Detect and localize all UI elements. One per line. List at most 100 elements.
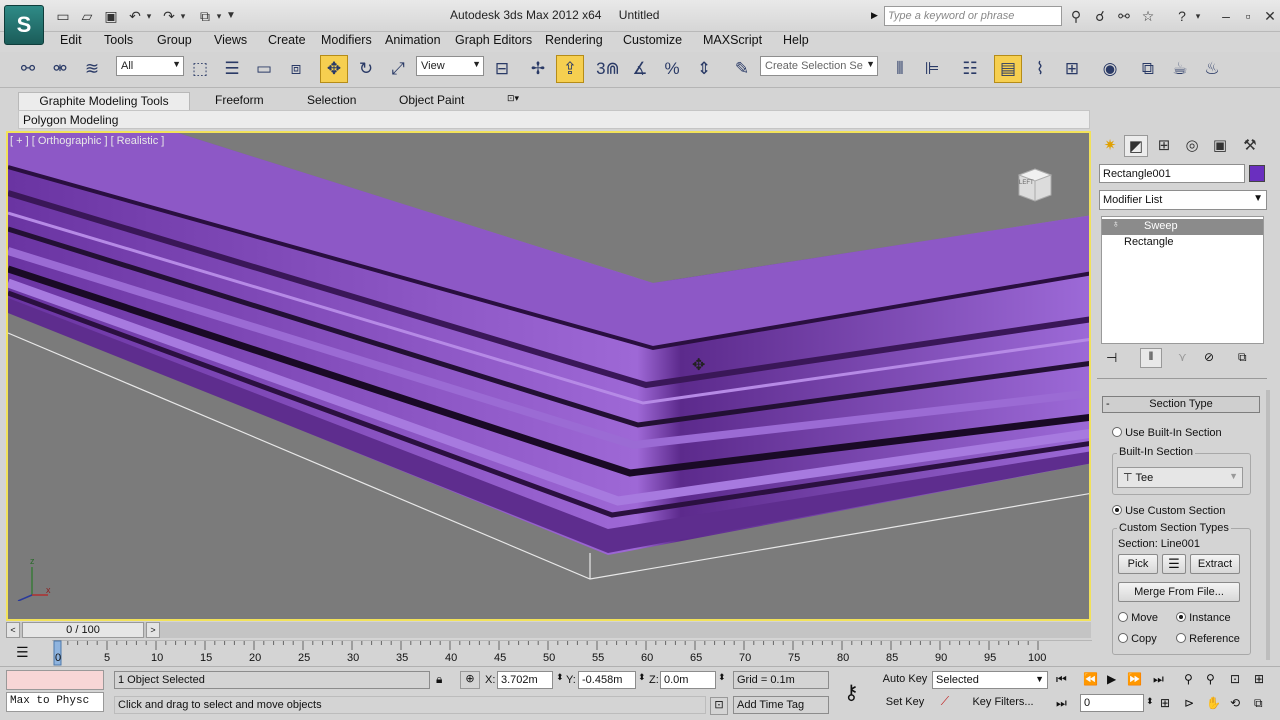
next-frame-button-icon[interactable]: ⏩ <box>1127 672 1142 686</box>
modify-tab-icon[interactable]: ◩ <box>1124 135 1148 157</box>
panel-scrollbar[interactable] <box>1266 390 1270 660</box>
create-tab-icon[interactable]: ✷ <box>1098 135 1122 157</box>
open-file-icon[interactable]: ▱ <box>78 7 96 25</box>
merge-from-file-button[interactable]: Merge From File... <box>1118 582 1240 602</box>
z-coord-field[interactable]: 0.0m <box>660 671 716 689</box>
zoom-icon[interactable]: ⚲ <box>1184 672 1193 686</box>
hierarchy-tab-icon[interactable]: ⊞ <box>1152 135 1176 157</box>
mirror-icon[interactable]: ⫴ <box>886 55 914 83</box>
object-color-swatch[interactable] <box>1249 165 1265 182</box>
search-expand-icon[interactable]: ▶ <box>871 10 878 21</box>
builtin-section-dropdown[interactable]: ⊤ Tee ▼ <box>1117 467 1243 488</box>
radio-instance[interactable]: Instance <box>1176 612 1231 624</box>
search-input[interactable]: Type a keyword or phrase <box>884 6 1062 26</box>
radio-use-builtin[interactable]: Use Built-In Section <box>1112 427 1222 439</box>
menu-create[interactable]: Create <box>268 33 306 47</box>
viewport-label[interactable]: [ + ] [ Orthographic ] [ Realistic ] <box>10 135 164 147</box>
set-key-button[interactable]: Set Key <box>880 696 930 708</box>
spinner-icon[interactable]: ⬍ <box>718 672 726 683</box>
layer-manager-icon[interactable]: ☷ <box>956 55 984 83</box>
time-configuration-icon[interactable]: ⊞ <box>1160 696 1170 710</box>
unlink-selection-icon[interactable]: ⚮ <box>46 55 74 83</box>
mini-curve-editor-icon[interactable]: ☰ <box>16 644 29 661</box>
rectangular-selection-icon[interactable]: ▭ <box>250 55 278 83</box>
pan-view-hand-icon[interactable]: ✋ <box>1206 696 1221 710</box>
pick-button[interactable]: Pick <box>1118 554 1158 574</box>
key-mode-toggle-icon[interactable]: ⏭ <box>1056 696 1067 711</box>
menu-animation[interactable]: Animation <box>385 33 441 47</box>
named-selection-set-dropdown[interactable]: Create Selection Se ▼ <box>760 56 878 76</box>
tab-selection[interactable]: Selection <box>307 92 356 110</box>
stack-item-rectangle[interactable]: Rectangle <box>1102 235 1263 251</box>
radio-copy[interactable]: Copy <box>1118 633 1157 645</box>
radio-move[interactable]: Move <box>1118 612 1158 624</box>
selection-lock-icon[interactable]: 🔒︎ <box>436 672 442 687</box>
configure-modifier-sets-icon[interactable]: ⧉ <box>1238 350 1247 365</box>
redo-dropdown-icon[interactable]: ▾ <box>178 7 188 25</box>
maximize-viewport-icon[interactable]: ⧉ <box>1254 696 1263 711</box>
align-icon[interactable]: ⊫ <box>918 55 946 83</box>
select-and-scale-icon[interactable]: ⤢ <box>384 55 412 83</box>
select-and-manipulate-icon[interactable]: ✢ <box>524 55 552 83</box>
display-tab-icon[interactable]: ▣ <box>1208 135 1232 157</box>
radio-use-custom[interactable]: Use Custom Section <box>1112 505 1225 517</box>
go-to-end-icon[interactable]: ⏭ <box>1153 672 1164 687</box>
graphite-modeling-toggle-icon[interactable]: ▤ <box>994 55 1022 83</box>
object-name-field[interactable]: Rectangle001 <box>1099 164 1245 183</box>
favorites-star-icon[interactable]: ☆ <box>1138 7 1158 25</box>
tab-graphite-modeling-tools[interactable]: Graphite Modeling Tools <box>18 92 190 110</box>
auto-key-button[interactable]: Auto Key <box>880 673 930 685</box>
spinner-icon[interactable]: ⬍ <box>638 672 646 683</box>
menu-modifiers[interactable]: Modifiers <box>321 33 372 47</box>
render-production-icon[interactable]: ♨ <box>1198 55 1226 83</box>
help-icon[interactable]: ? <box>1172 7 1192 25</box>
key-tangent-icon[interactable]: ⟋ <box>934 694 956 714</box>
current-frame-field[interactable]: 0 <box>1080 694 1144 712</box>
add-time-tag-button[interactable]: Add Time Tag <box>733 696 829 714</box>
menu-customize[interactable]: Customize <box>623 33 682 47</box>
time-slider-thumb[interactable]: 0 / 100 <box>22 622 144 638</box>
radio-reference[interactable]: Reference <box>1176 633 1240 645</box>
curve-editor-icon[interactable]: ⌇ <box>1026 55 1054 83</box>
menu-views[interactable]: Views <box>214 33 247 47</box>
utilities-tab-icon[interactable]: ⚒ <box>1238 135 1262 157</box>
subscription-icon[interactable]: ☌ <box>1090 7 1110 25</box>
edit-named-selection-icon[interactable]: ✎ <box>728 55 756 83</box>
undo-dropdown-icon[interactable]: ▾ <box>144 7 154 25</box>
next-frame-icon[interactable]: > <box>146 622 160 638</box>
menu-maxscript[interactable]: MAXScript <box>703 33 762 47</box>
zoom-all-icon[interactable]: ⚲ <box>1206 672 1215 686</box>
zoom-extents-all-icon[interactable]: ⊞ <box>1254 672 1264 686</box>
play-icon[interactable]: ▶ <box>1107 672 1116 686</box>
pin-stack-icon[interactable]: ⊣ <box>1106 350 1117 366</box>
key-mode-dropdown[interactable]: Selected ▼ <box>932 671 1048 689</box>
app-logo-button[interactable]: S <box>4 5 44 45</box>
render-setup-icon[interactable]: ⧉ <box>1134 55 1162 83</box>
lightbulb-icon[interactable]: ♁ <box>1112 219 1120 230</box>
orbit-icon[interactable]: ⟲ <box>1230 696 1240 710</box>
pivot-point-center-icon[interactable]: ⊟ <box>488 55 516 83</box>
x-coord-field[interactable]: 3.702m <box>497 671 553 689</box>
key-filters-button[interactable]: Key Filters... <box>960 696 1046 708</box>
show-end-result-icon[interactable]: ‖ <box>1140 348 1162 368</box>
redo-icon[interactable]: ↷ <box>160 7 178 25</box>
ribbon-options-icon[interactable]: ⊡▾ <box>507 92 519 110</box>
extract-button[interactable]: Extract <box>1190 554 1240 574</box>
minimize-window-icon[interactable]: – <box>1216 7 1236 25</box>
communication-center-icon[interactable]: ⚯ <box>1114 7 1134 25</box>
go-to-start-icon[interactable]: ⏮ <box>1056 672 1067 687</box>
rollout-section-type[interactable]: - Section Type <box>1102 396 1260 413</box>
save-icon[interactable]: ▣ <box>102 7 120 25</box>
binoculars-icon[interactable]: ⚲ <box>1066 7 1086 25</box>
snaps-toggle-icon[interactable]: 3⋒ <box>594 55 622 83</box>
undo-icon[interactable]: ↶ <box>126 7 144 25</box>
menu-graph-editors[interactable]: Graph Editors <box>455 33 532 47</box>
select-and-rotate-icon[interactable]: ↻ <box>352 55 380 83</box>
material-editor-icon[interactable]: ◉ <box>1096 55 1124 83</box>
select-and-move-icon[interactable]: ✥ <box>320 55 348 83</box>
selection-filter-dropdown[interactable]: All ▼ <box>116 56 184 76</box>
time-tag-icon[interactable]: ⊡ <box>710 697 728 715</box>
absolute-mode-transform-icon[interactable]: ⊕ <box>460 671 480 689</box>
remove-modifier-icon[interactable]: ⊘ <box>1204 350 1214 364</box>
make-unique-icon[interactable]: ⋎ <box>1178 350 1187 364</box>
